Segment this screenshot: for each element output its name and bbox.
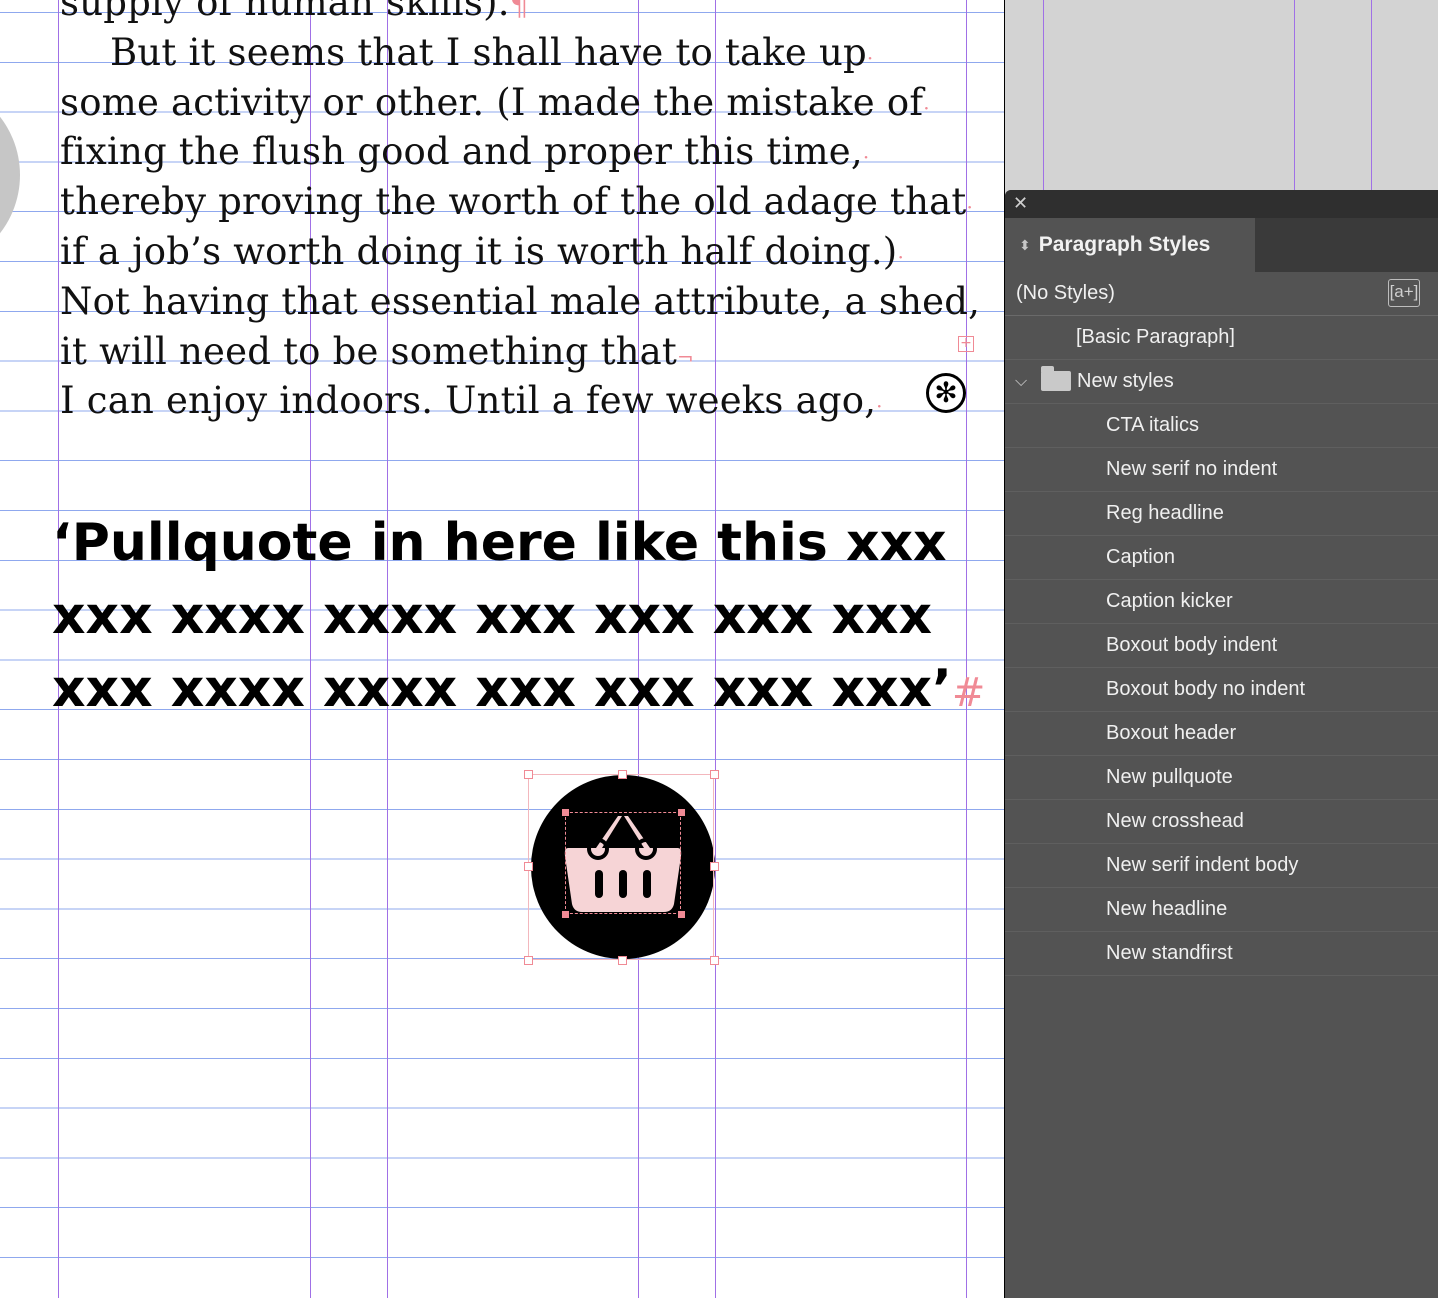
text-line: Not having that essential male attribute… bbox=[60, 279, 981, 323]
pullquote-frame[interactable]: ‘Pullquote in here like this xxx xxx xxx… bbox=[52, 507, 992, 730]
text-line: I can enjoy indoors. Until a few weeks a… bbox=[60, 379, 883, 423]
resize-handle[interactable] bbox=[710, 770, 719, 779]
resize-handle[interactable] bbox=[618, 956, 627, 965]
style-label: New serif indent body bbox=[1106, 854, 1299, 876]
style-label: New pullquote bbox=[1106, 766, 1233, 788]
style-group-label: New styles bbox=[1077, 370, 1174, 392]
chevron-down-icon[interactable]: ⌵ bbox=[1015, 373, 1037, 391]
text-line: thereby proving the worth of the old ada… bbox=[60, 180, 974, 224]
content-handle[interactable] bbox=[678, 809, 685, 816]
style-item[interactable]: Caption bbox=[1005, 536, 1438, 580]
style-label: (No Styles) bbox=[1016, 282, 1115, 304]
style-item[interactable]: Reg headline bbox=[1005, 492, 1438, 536]
folder-icon bbox=[1041, 365, 1071, 391]
style-item[interactable]: New pullquote bbox=[1005, 756, 1438, 800]
content-handle[interactable] bbox=[562, 911, 569, 918]
collapse-arrows-icon[interactable]: ⬍ bbox=[1019, 237, 1031, 254]
panel-tab-bar: ⬍ Paragraph Styles bbox=[1005, 218, 1438, 272]
style-item-no-styles[interactable]: (No Styles) [a+] bbox=[1005, 272, 1438, 316]
text-line: some activity or other. (I made the mist… bbox=[60, 80, 930, 124]
pullquote-line: xxx xxxx xxxx xxx xxx xxx xxx bbox=[52, 586, 933, 646]
resize-handle[interactable] bbox=[710, 956, 719, 965]
pullquote-line: ‘Pullquote in here like this xxx bbox=[52, 513, 947, 573]
style-item[interactable]: Boxout header bbox=[1005, 712, 1438, 756]
text-line: But it seems that I shall have to take u… bbox=[110, 30, 874, 74]
panel-title: Paragraph Styles bbox=[1038, 233, 1211, 256]
style-group-new-styles[interactable]: ⌵ New styles bbox=[1005, 360, 1438, 404]
text-line: fixing the flush good and proper this ti… bbox=[60, 130, 870, 174]
resize-handle[interactable] bbox=[524, 770, 533, 779]
style-label: New crosshead bbox=[1106, 810, 1244, 832]
style-label: [Basic Paragraph] bbox=[1076, 326, 1235, 348]
content-handle[interactable] bbox=[562, 809, 569, 816]
style-item[interactable]: Caption kicker bbox=[1005, 580, 1438, 624]
paragraph-styles-panel: ✕ ⬍ Paragraph Styles (No Styles) [a+] [B… bbox=[1005, 190, 1438, 1298]
body-text-frame[interactable]: supply of human skills).¶ But it seems t… bbox=[60, 0, 980, 426]
tab-paragraph-styles[interactable]: ⬍ Paragraph Styles bbox=[1005, 218, 1255, 272]
resize-handle[interactable] bbox=[524, 862, 533, 871]
style-label: CTA italics bbox=[1106, 414, 1199, 436]
style-label: Caption bbox=[1106, 546, 1175, 568]
style-item[interactable]: New headline bbox=[1005, 888, 1438, 932]
document-page[interactable]: supply of human skills).¶ But it seems t… bbox=[0, 0, 1004, 1298]
style-label: Reg headline bbox=[1106, 502, 1224, 524]
text-line: supply of human skills).¶ bbox=[60, 0, 530, 24]
asterisk-anchor-icon[interactable]: ✻ bbox=[926, 373, 966, 413]
style-item[interactable]: Boxout body no indent bbox=[1005, 668, 1438, 712]
pullquote-line: xxx xxxx xxxx xxx xxx xxx xxx’# bbox=[52, 659, 986, 719]
style-label: Boxout header bbox=[1106, 722, 1237, 744]
create-style-button[interactable]: [a+] bbox=[1388, 279, 1420, 307]
column-guide[interactable] bbox=[1371, 0, 1372, 190]
style-item[interactable]: New serif no indent bbox=[1005, 448, 1438, 492]
resize-handle[interactable] bbox=[618, 770, 627, 779]
close-icon[interactable]: ✕ bbox=[1013, 193, 1028, 214]
style-label: Caption kicker bbox=[1106, 590, 1233, 612]
style-item[interactable]: New standfirst bbox=[1005, 932, 1438, 976]
style-item[interactable]: New serif indent body bbox=[1005, 844, 1438, 888]
column-guide[interactable] bbox=[1043, 0, 1044, 190]
style-label: Boxout body no indent bbox=[1106, 678, 1306, 700]
style-label: New serif no indent bbox=[1106, 458, 1278, 480]
resize-handle[interactable] bbox=[524, 956, 533, 965]
style-label: New headline bbox=[1106, 898, 1228, 920]
style-label: New standfirst bbox=[1106, 942, 1233, 964]
text-line: it will need to be something that¬ bbox=[60, 329, 694, 373]
style-item-basic-paragraph[interactable]: [Basic Paragraph] bbox=[1005, 316, 1438, 360]
panel-titlebar[interactable]: ✕ bbox=[1005, 190, 1438, 218]
overset-text-marker[interactable]: + bbox=[958, 336, 974, 352]
style-label: Boxout body indent bbox=[1106, 634, 1278, 656]
graphic-content-frame[interactable] bbox=[565, 812, 681, 914]
content-handle[interactable] bbox=[678, 911, 685, 918]
grey-circle-graphic[interactable] bbox=[0, 80, 20, 270]
resize-handle[interactable] bbox=[710, 862, 719, 871]
end-of-story-marker: # bbox=[951, 670, 986, 716]
style-item[interactable]: CTA italics bbox=[1005, 404, 1438, 448]
text-line: if a job’s worth doing it is worth half … bbox=[60, 229, 904, 273]
style-item[interactable]: Boxout body indent bbox=[1005, 624, 1438, 668]
style-item[interactable]: New crosshead bbox=[1005, 800, 1438, 844]
column-guide[interactable] bbox=[1294, 0, 1295, 190]
